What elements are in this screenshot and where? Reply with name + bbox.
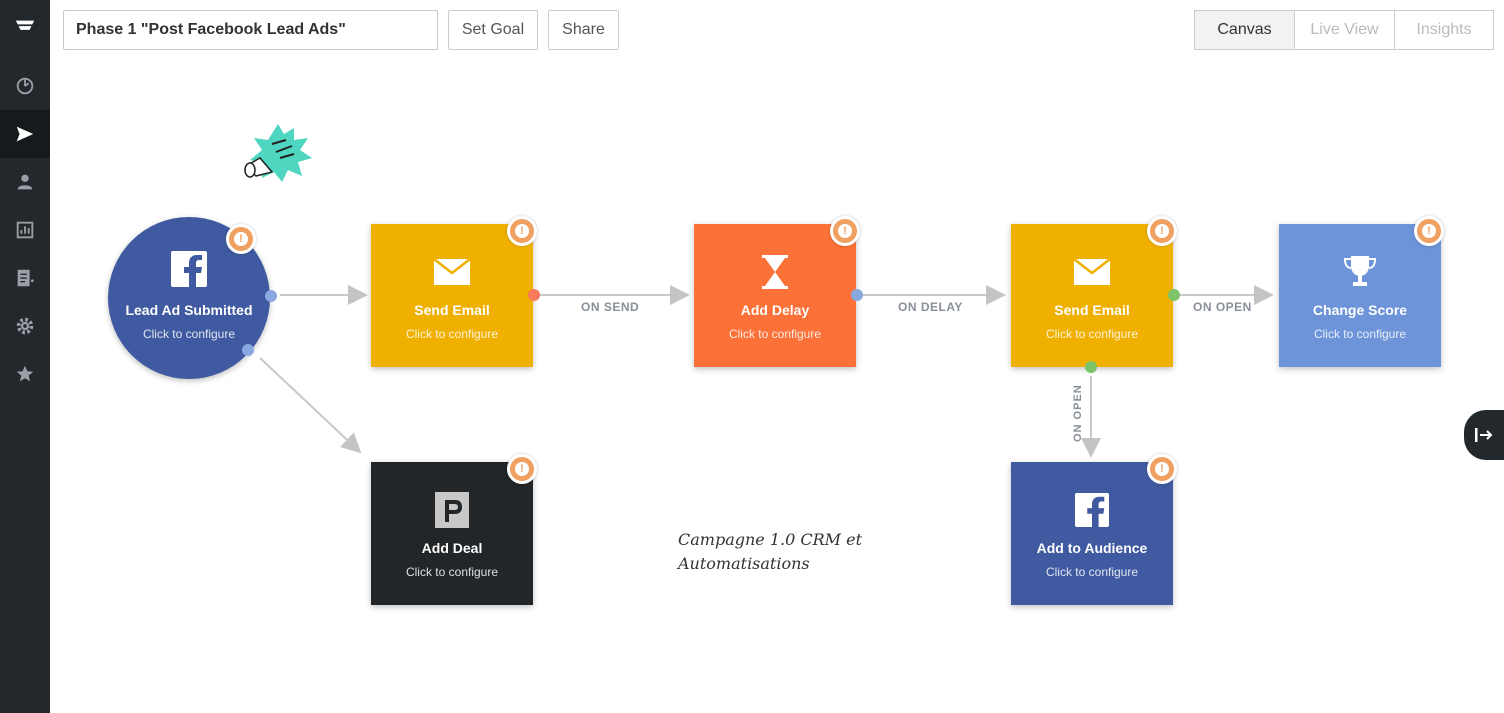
node-title: Add Delay [740,302,810,318]
hourglass-icon [755,252,795,292]
connector-handle[interactable] [265,290,277,302]
node-send-email[interactable]: Send Email Click to configure [371,224,533,367]
star-icon[interactable] [0,350,50,398]
canvas-note[interactable]: Campagne 1.0 CRM et Automatisations [678,528,862,576]
warning-icon: ! [1422,224,1436,238]
warning-icon: ! [1155,462,1169,476]
facebook-icon [171,251,207,292]
warning-icon: ! [1155,224,1169,238]
warning-badge[interactable]: ! [1147,216,1177,246]
send-icon[interactable] [0,110,50,158]
contact-icon[interactable] [0,158,50,206]
automation-title-input[interactable] [63,10,438,50]
warning-icon: ! [515,462,529,476]
settings-icon[interactable] [0,302,50,350]
node-title: Change Score [1312,302,1408,318]
envelope-icon [1072,252,1112,292]
note-line: Campagne 1.0 CRM et [678,530,863,549]
warning-badge[interactable]: ! [1414,216,1444,246]
reports-icon[interactable] [0,206,50,254]
edge-label-on-send: ON SEND [581,300,640,314]
dashboard-icon[interactable] [0,62,50,110]
tab-insights[interactable]: Insights [1394,10,1494,50]
logo-icon[interactable] [0,4,50,52]
forms-icon[interactable] [0,254,50,302]
pipedrive-icon [432,490,472,530]
node-subtitle: Click to configure [405,565,499,579]
node-title: Add Deal [421,540,483,556]
edge-label-on-open-vertical: ON OPEN [1072,384,1084,442]
connector-handle[interactable] [528,289,540,301]
share-button[interactable]: Share [548,10,619,50]
warning-badge[interactable]: ! [507,454,537,484]
trophy-icon [1340,252,1380,292]
warning-badge[interactable]: ! [830,216,860,246]
node-title: Lead Ad Submitted [125,302,253,318]
start-megaphone-icon [244,124,312,182]
warning-icon: ! [838,224,852,238]
expand-panel-icon [1475,428,1493,442]
node-change-score[interactable]: Change Score Click to configure [1279,224,1441,367]
edge-label-on-delay: ON DELAY [898,300,963,314]
node-add-deal[interactable]: Add Deal Click to configure [371,462,533,605]
facebook-icon [1072,490,1112,530]
node-title: Add to Audience [1036,540,1148,556]
edge-label-on-open: ON OPEN [1193,300,1252,314]
connector-handle[interactable] [851,289,863,301]
warning-badge[interactable]: ! [1147,454,1177,484]
warning-badge[interactable]: ! [226,224,256,254]
node-subtitle: Click to configure [728,327,822,341]
node-title: Send Email [414,302,490,318]
node-add-to-audience[interactable]: Add to Audience Click to configure [1011,462,1173,605]
sidebar [0,0,50,713]
warning-icon: ! [234,232,248,246]
connector-handle[interactable] [1085,361,1097,373]
node-subtitle: Click to configure [142,327,236,341]
warning-badge[interactable]: ! [507,216,537,246]
node-title: Send Email [1054,302,1130,318]
toolbar: Set Goal Share Canvas Live View Insights [63,10,1494,50]
panel-toggle-button[interactable] [1464,410,1504,460]
tab-live-view[interactable]: Live View [1294,10,1395,50]
tab-canvas[interactable]: Canvas [1194,10,1295,50]
node-subtitle: Click to configure [1045,327,1139,341]
envelope-icon [432,252,472,292]
note-line: Automatisations [678,554,810,573]
set-goal-button[interactable]: Set Goal [448,10,538,50]
node-subtitle: Click to configure [1313,327,1407,341]
connector-handle[interactable] [242,344,254,356]
node-add-delay[interactable]: Add Delay Click to configure [694,224,856,367]
warning-icon: ! [515,224,529,238]
connector-handle[interactable] [1168,289,1180,301]
node-subtitle: Click to configure [1045,565,1139,579]
node-send-email[interactable]: Send Email Click to configure [1011,224,1173,367]
workflow-canvas[interactable]: Lead Ad Submitted Click to configure ! S… [50,60,1504,713]
node-subtitle: Click to configure [405,327,499,341]
